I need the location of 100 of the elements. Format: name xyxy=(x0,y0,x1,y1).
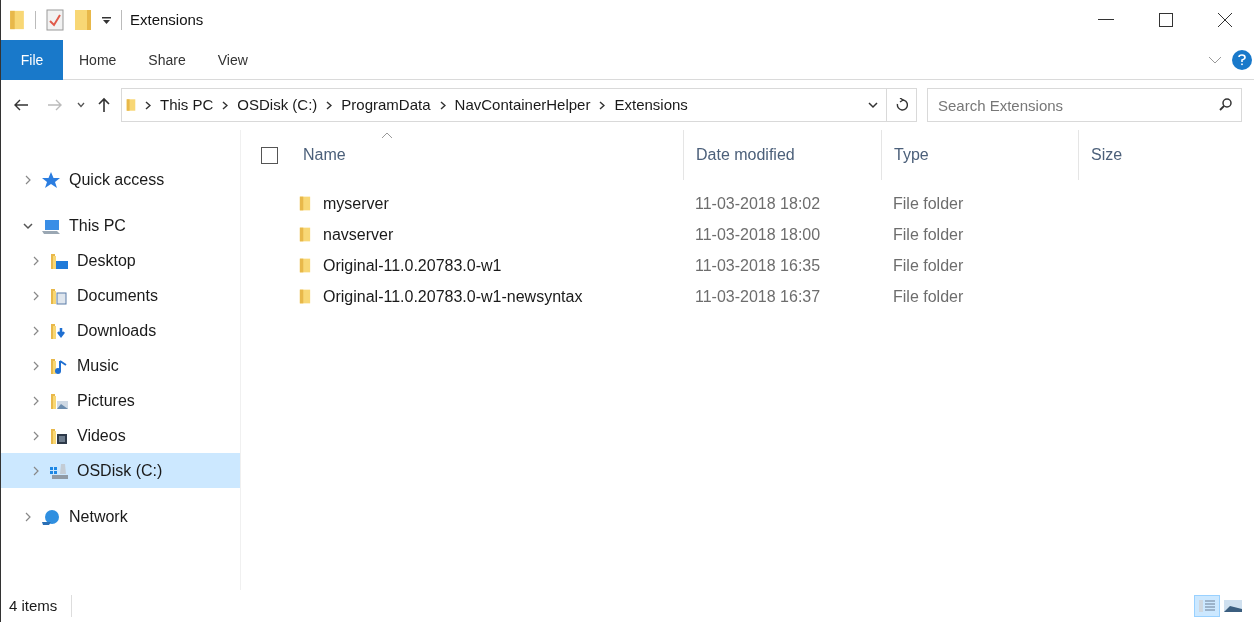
ribbon-tab[interactable]: Share xyxy=(132,40,202,80)
nav-label: This PC xyxy=(69,215,126,236)
date-cell-text: 11-03-2018 16:35 xyxy=(694,255,822,276)
expand-chevron-icon[interactable] xyxy=(31,325,41,336)
expand-chevron-icon[interactable] xyxy=(31,290,41,301)
chevron-right-icon xyxy=(326,100,333,110)
chevron-right-icon xyxy=(222,100,229,110)
date-cell-text: 11-03-2018 18:02 xyxy=(694,193,822,214)
forward-icon[interactable] xyxy=(47,98,63,112)
network-icon xyxy=(41,507,61,526)
expand-chevron-icon[interactable] xyxy=(31,465,41,476)
properties-icon[interactable] xyxy=(46,9,64,31)
pictures-folder-icon xyxy=(49,391,69,410)
breadcrumb-item[interactable]: NavContainerHelper xyxy=(454,93,591,117)
type-cell-text: File folder xyxy=(892,255,965,276)
search-icon xyxy=(1219,98,1232,111)
file-name: Original-11.0.20783.0-w1 xyxy=(323,255,502,276)
column-header[interactable]: Name xyxy=(291,130,683,180)
folder-icon xyxy=(299,195,311,212)
type-cell-text: File folder xyxy=(892,224,965,245)
type-cell-text: File folder xyxy=(892,286,965,307)
folder-icon xyxy=(9,9,25,31)
star-icon xyxy=(41,170,61,189)
nav-label: Pictures xyxy=(77,390,135,411)
file-name: navserver xyxy=(323,224,394,245)
sort-ascending-icon xyxy=(381,132,393,139)
folder-icon xyxy=(299,226,311,243)
documents-folder-icon xyxy=(49,286,69,305)
expand-chevron-icon[interactable] xyxy=(23,511,33,522)
folder-icon xyxy=(126,96,136,114)
folder-icon xyxy=(299,257,311,274)
ribbon-tab[interactable]: View xyxy=(201,40,264,80)
chevron-right-icon xyxy=(145,100,151,110)
file-row[interactable]: myserver 11-03-2018 18:02 File folder xyxy=(261,188,1254,219)
address-bar[interactable]: This PC OSDisk (C:) ProgramData NavContainerHelper Extensions xyxy=(121,88,917,122)
nav-label: Quick access xyxy=(69,169,165,190)
nav-item[interactable]: Videos xyxy=(1,418,240,453)
breadcrumb-item[interactable]: ProgramData xyxy=(341,93,431,117)
new-folder-icon[interactable] xyxy=(74,9,92,31)
nav-label: Desktop xyxy=(77,250,136,271)
folder-icon xyxy=(299,288,311,305)
address-dropdown-icon[interactable] xyxy=(868,101,878,109)
status-text: 4 items xyxy=(9,594,73,618)
nav-item[interactable]: Pictures xyxy=(1,383,240,418)
expand-ribbon-icon[interactable] xyxy=(1208,55,1222,64)
nav-label: OSDisk (C:) xyxy=(77,460,163,481)
expand-chevron-icon[interactable] xyxy=(31,255,41,266)
column-header[interactable]: Date modified xyxy=(683,130,881,180)
nav-item[interactable]: Network xyxy=(1,499,240,534)
minimize-icon xyxy=(1098,19,1114,21)
music-folder-icon xyxy=(49,356,69,375)
customize-toolbar-icon[interactable] xyxy=(102,15,111,25)
details-view-icon xyxy=(1198,599,1216,613)
file-row[interactable]: navserver 11-03-2018 18:00 File folder xyxy=(261,219,1254,250)
type-cell-text: File folder xyxy=(892,193,965,214)
refresh-icon[interactable] xyxy=(895,98,908,112)
expand-chevron-icon[interactable] xyxy=(31,360,41,371)
nav-item[interactable]: OSDisk (C:) xyxy=(1,453,240,488)
drive-icon xyxy=(49,461,69,480)
file-name: myserver xyxy=(323,193,389,214)
nav-label: Downloads xyxy=(77,320,157,341)
thumbnails-view-icon xyxy=(1224,600,1242,612)
maximize-icon xyxy=(1159,13,1173,27)
column-header[interactable]: Type xyxy=(881,130,1078,180)
breadcrumb-item[interactable]: This PC xyxy=(160,93,214,117)
breadcrumb-item[interactable]: Extensions xyxy=(614,93,688,117)
expand-chevron-icon[interactable] xyxy=(31,395,41,406)
column-header[interactable]: Size xyxy=(1078,130,1200,180)
nav-item[interactable]: This PC xyxy=(1,208,240,243)
expand-chevron-icon[interactable] xyxy=(23,174,33,185)
select-all-checkbox[interactable] xyxy=(261,146,278,164)
date-cell-text: 11-03-2018 16:37 xyxy=(694,286,822,307)
file-name: Original-11.0.20783.0-w1-newsyntax xyxy=(323,286,583,307)
back-icon[interactable] xyxy=(13,98,29,112)
date-cell-text: 11-03-2018 18:00 xyxy=(694,224,822,245)
collapse-chevron-icon[interactable] xyxy=(23,220,33,231)
nav-item[interactable]: Music xyxy=(1,348,240,383)
nav-label: Music xyxy=(77,355,119,376)
nav-label: Videos xyxy=(77,425,126,446)
nav-item[interactable]: Documents xyxy=(1,278,240,313)
ribbon-tab[interactable]: Home xyxy=(63,40,133,80)
chevron-right-icon xyxy=(599,100,606,110)
search-field[interactable]: Search Extensions xyxy=(927,88,1242,122)
up-icon[interactable] xyxy=(97,97,111,113)
recent-locations-icon[interactable] xyxy=(77,102,85,108)
window-title: Extensions xyxy=(130,9,204,30)
nav-item[interactable]: Quick access xyxy=(1,162,240,197)
nav-item[interactable]: Downloads xyxy=(1,313,240,348)
videos-folder-icon xyxy=(49,426,69,445)
desktop-folder-icon xyxy=(49,251,69,270)
file-row[interactable]: Original-11.0.20783.0-w1-newsyntax 11-03-2018 16:37 File folder xyxy=(261,281,1254,312)
help-icon[interactable] xyxy=(1232,49,1252,70)
chevron-right-icon xyxy=(439,100,446,110)
ribbon-tab[interactable]: File xyxy=(1,40,63,80)
breadcrumb-item[interactable]: OSDisk (C:) xyxy=(237,93,318,117)
file-row[interactable]: Original-11.0.20783.0-w1 11-03-2018 16:35 File folder xyxy=(261,250,1254,281)
expand-chevron-icon[interactable] xyxy=(31,430,41,441)
nav-item[interactable]: Desktop xyxy=(1,243,240,278)
nav-label: Network xyxy=(69,506,128,527)
nav-label: Documents xyxy=(77,285,158,306)
